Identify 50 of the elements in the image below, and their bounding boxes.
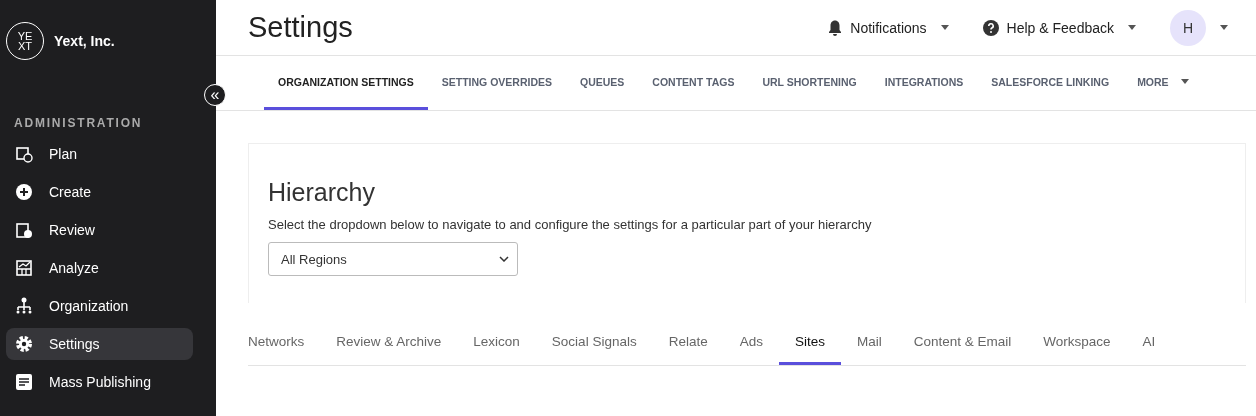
org-name: Yext, Inc. bbox=[54, 33, 115, 49]
section-title: ADMINISTRATION bbox=[14, 116, 144, 130]
tab[interactable]: Ads bbox=[723, 321, 779, 365]
tab[interactable]: MORE bbox=[1123, 56, 1203, 110]
tab[interactable]: Content & Email bbox=[897, 321, 1028, 365]
tab[interactable]: Workspace bbox=[1027, 321, 1127, 365]
chevron-down-icon bbox=[499, 256, 509, 262]
region-select[interactable]: All Regions bbox=[268, 242, 518, 276]
avatar: H bbox=[1170, 9, 1206, 46]
tab[interactable]: SETTING OVERRIDES bbox=[427, 56, 566, 110]
tab[interactable]: CONTENT TAGS bbox=[638, 56, 749, 110]
caret-icon bbox=[1128, 25, 1136, 30]
chart-icon bbox=[15, 259, 33, 277]
calendar-icon bbox=[15, 145, 33, 163]
tab[interactable]: Networks bbox=[232, 321, 321, 365]
sidebar-item[interactable]: Analyze bbox=[6, 252, 193, 284]
collapse-button[interactable]: « bbox=[204, 84, 226, 106]
bell-icon bbox=[828, 19, 843, 36]
tab[interactable]: Relate bbox=[652, 321, 724, 365]
settings-icon bbox=[15, 335, 33, 353]
document-icon bbox=[15, 373, 33, 391]
tab[interactable]: Social Signals bbox=[535, 321, 653, 365]
clipboard-icon bbox=[15, 221, 33, 239]
caret-icon bbox=[940, 25, 949, 30]
tab[interactable]: ORGANIZATION SETTINGS bbox=[264, 56, 428, 110]
sidebar-item[interactable]: Create bbox=[6, 176, 193, 208]
notifications-button[interactable]: Notifications bbox=[828, 19, 949, 36]
tab[interactable]: Lexicon bbox=[457, 321, 536, 365]
hierarchy-icon bbox=[15, 297, 33, 315]
tab[interactable]: SALESFORCE LINKING bbox=[977, 56, 1124, 110]
account-menu[interactable]: H bbox=[1170, 9, 1228, 46]
help-icon bbox=[982, 19, 999, 36]
tab[interactable]: URL SHORTENING bbox=[748, 56, 871, 110]
help-button[interactable]: Help & Feedback bbox=[982, 19, 1136, 36]
description: Select the dropdown below to navigate to and configure the settings for a particular part of your hierarchy bbox=[268, 217, 873, 232]
tab[interactable]: INTEGRATIONS bbox=[870, 56, 978, 110]
tab[interactable]: AI bbox=[1126, 321, 1172, 365]
tab[interactable]: Mail bbox=[840, 321, 898, 365]
sidebar-item[interactable]: Organization bbox=[6, 290, 193, 322]
sidebar-item[interactable]: Review bbox=[6, 214, 193, 246]
sidebar-item[interactable]: Plan bbox=[6, 138, 193, 170]
caret-icon bbox=[1220, 25, 1228, 30]
page-title: Settings bbox=[248, 11, 354, 44]
section-heading: Hierarchy bbox=[268, 178, 376, 207]
tab[interactable]: Review & Archive bbox=[320, 321, 458, 365]
sidebar-item[interactable]: Mass Publishing bbox=[6, 366, 193, 398]
tab[interactable]: QUEUES bbox=[566, 56, 639, 110]
sidebar-item[interactable]: Settings bbox=[6, 328, 193, 360]
plus-icon bbox=[15, 183, 33, 201]
tab[interactable]: Sites bbox=[778, 321, 841, 365]
